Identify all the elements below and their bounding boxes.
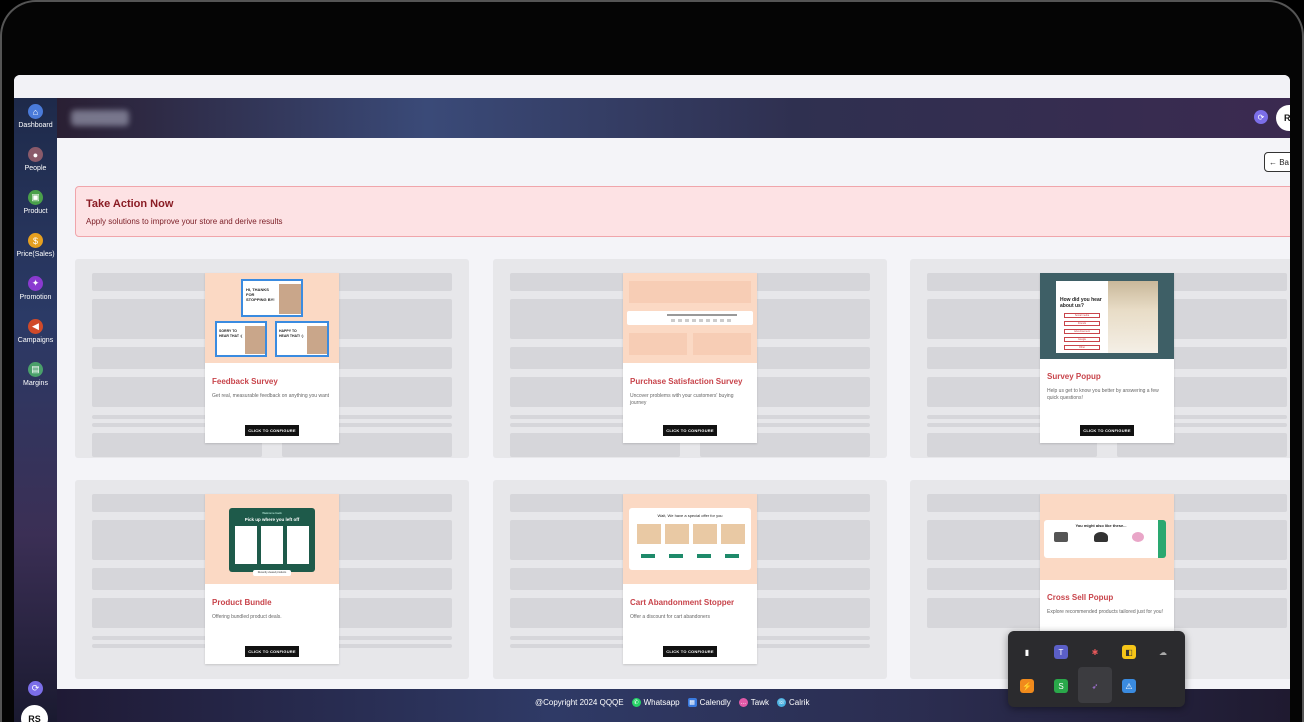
alert-subtitle: Apply solutions to improve your store an… — [86, 217, 283, 226]
megaphone-icon: ◀ — [28, 319, 43, 334]
phone-icon: ☏ — [777, 698, 787, 707]
sync-icon[interactable]: ⟳ — [28, 681, 43, 696]
card-title: Survey Popup — [1047, 372, 1101, 381]
chat-icon: … — [738, 698, 748, 707]
whatsapp-icon: ✆ — [631, 698, 641, 707]
header-avatar[interactable]: R — [1276, 105, 1290, 131]
home-icon: ⌂ — [28, 104, 43, 119]
footer-link-calendly[interactable]: ▦ Calendly — [687, 698, 731, 707]
product-bundle-tile[interactable]: Welcome back Pick up where you left off … — [205, 494, 339, 664]
person-icon: ● — [28, 147, 43, 162]
cart-abandonment-tile[interactable]: Wait, We have a special offer for you Ca… — [623, 494, 757, 664]
sidebar-item-margins[interactable]: ▤ Margins — [14, 362, 57, 387]
sidebar-item-product[interactable]: ▣ Product — [14, 190, 57, 215]
sidebar: ⌂ Dashboard ● People ▣ Product $ Price(S… — [14, 98, 57, 722]
copyright-text: @Copyright 2024 QQQE — [535, 698, 624, 707]
browser-top-strip — [14, 75, 1290, 98]
sidebar-item-dashboard[interactable]: ⌂ Dashboard — [14, 104, 57, 129]
card-description: Explore recommended products tailored ju… — [1047, 609, 1163, 615]
bag-icon: ▣ — [28, 190, 43, 205]
card-survey-popup: How did you hear about us? Social media … — [910, 259, 1290, 458]
card-description: Uncover problems with your customers' bu… — [630, 393, 734, 406]
feedback-survey-tile[interactable]: HI, THANKS FOR STOPPING BY! SORRY TO HEA… — [205, 273, 339, 443]
power-icon[interactable]: ⚡ — [1020, 679, 1034, 693]
calendar-icon: ▦ — [687, 698, 697, 707]
card-description: Offering bundled product deals. — [212, 614, 282, 620]
footer-link-calrik[interactable]: ☏ Calrik — [777, 698, 809, 707]
dollar-icon: $ — [28, 233, 43, 248]
card-purchase-satisfaction-survey: Purchase Satisfaction Survey Uncover pro… — [493, 259, 887, 458]
card-title: Product Bundle — [212, 598, 272, 607]
app-screen: ⌂ Dashboard ● People ▣ Product $ Price(S… — [14, 75, 1290, 722]
card-title: Purchase Satisfaction Survey — [630, 377, 743, 386]
top-header: ⟳ R — [57, 98, 1290, 138]
survey-popup-thumbnail: How did you hear about us? Social media … — [1040, 273, 1174, 359]
survey-popup-tile[interactable]: How did you hear about us? Social media … — [1040, 273, 1174, 443]
sticky-note-icon[interactable]: ◧ — [1122, 645, 1136, 659]
alert-title: Take Action Now — [86, 198, 174, 210]
user-avatar[interactable]: RS — [21, 705, 48, 722]
shield-check-icon[interactable]: S — [1054, 679, 1068, 693]
footer-link-whatsapp[interactable]: ✆ Whatsapp — [631, 698, 680, 707]
card-title: Feedback Survey — [212, 377, 278, 386]
sidebar-item-people[interactable]: ● People — [14, 147, 57, 172]
card-cart-abandonment-stopper: Wait, We have a special offer for you Ca… — [493, 480, 887, 679]
feather-icon[interactable]: ➶ — [1088, 679, 1102, 693]
configure-button[interactable]: CLICK TO CONFIGURE — [245, 425, 299, 436]
clipboard-icon[interactable]: ▮ — [1020, 645, 1034, 659]
configure-button[interactable]: CLICK TO CONFIGURE — [1080, 425, 1134, 436]
cash-register-icon: ▤ — [28, 362, 43, 377]
take-action-alert: Take Action Now Apply solutions to impro… — [75, 186, 1290, 237]
card-description: Offer a discount for cart abandoners — [630, 614, 710, 620]
back-button[interactable]: ← Ba — [1264, 152, 1290, 172]
cart-abandonment-thumbnail: Wait, We have a special offer for you — [623, 494, 757, 584]
configure-button[interactable]: CLICK TO CONFIGURE — [245, 646, 299, 657]
sidebar-item-price-sales[interactable]: $ Price(Sales) — [14, 233, 57, 258]
footer-link-tawk[interactable]: … Tawk — [738, 698, 769, 707]
configure-button[interactable]: CLICK TO CONFIGURE — [663, 646, 717, 657]
sidebar-item-promotion[interactable]: ✦ Promotion — [14, 276, 57, 301]
purchase-satisfaction-thumbnail — [623, 273, 757, 363]
defender-warning-icon[interactable]: ⚠ — [1122, 679, 1136, 693]
purchase-satisfaction-tile[interactable]: Purchase Satisfaction Survey Uncover pro… — [623, 273, 757, 443]
teams-icon[interactable]: T — [1054, 645, 1068, 659]
card-product-bundle: Welcome back Pick up where you left off … — [75, 480, 469, 679]
store-logo — [71, 110, 129, 126]
configure-button[interactable]: CLICK TO CONFIGURE — [663, 425, 717, 436]
product-bundle-thumbnail: Welcome back Pick up where you left off … — [205, 494, 339, 584]
card-feedback-survey: HI, THANKS FOR STOPPING BY! SORRY TO HEA… — [75, 259, 469, 458]
card-title: Cart Abandonment Stopper — [630, 598, 735, 607]
slack-icon[interactable]: ✱ — [1088, 645, 1102, 659]
cloud-off-icon[interactable]: ☁ — [1156, 645, 1170, 659]
card-description: Help us get to know you better by answer… — [1047, 388, 1159, 401]
cross-sell-thumbnail: You might also like these... — [1040, 494, 1174, 580]
sidebar-item-campaigns[interactable]: ◀ Campaigns — [14, 319, 57, 344]
card-description: Get real, measurable feedback on anythin… — [212, 393, 330, 399]
card-title: Cross Sell Popup — [1047, 593, 1114, 602]
gift-icon: ✦ — [28, 276, 43, 291]
feedback-survey-thumbnail: HI, THANKS FOR STOPPING BY! SORRY TO HEA… — [205, 273, 339, 363]
system-tray-flyout: ▮ T ✱ ◧ ☁ ⚡ S ➶ ⚠ — [1008, 631, 1185, 707]
refresh-icon[interactable]: ⟳ — [1254, 110, 1268, 124]
